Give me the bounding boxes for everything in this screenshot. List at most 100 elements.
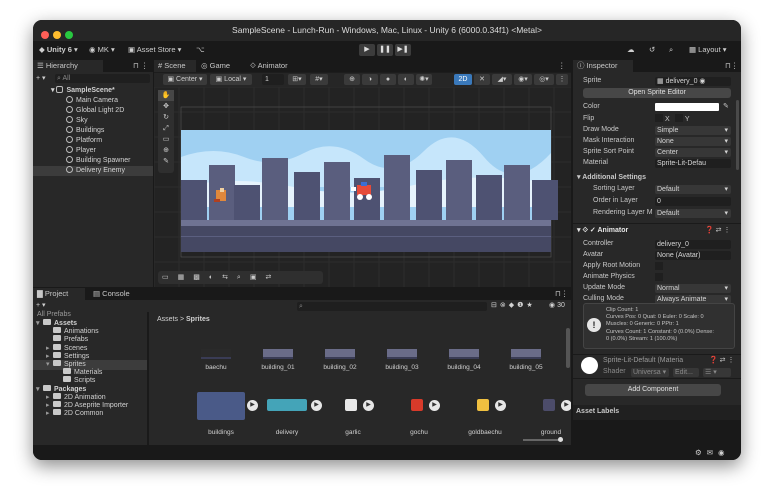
flip-y-checkbox[interactable]: Y (675, 114, 690, 124)
material-menu-icons[interactable]: ❓ ⇄ ⋮ (709, 356, 734, 366)
search-icon[interactable]: ⌕ (669, 44, 673, 56)
zoom-slider[interactable] (523, 437, 563, 442)
grid-size-field[interactable]: 1 (262, 74, 284, 85)
scale-tool-icon[interactable]: ⤢ (158, 123, 174, 134)
pause-button[interactable]: ❚❚ (377, 44, 393, 56)
visibility-icon[interactable]: ◎▾ (534, 74, 554, 85)
shader-dropdown[interactable]: Universa ▾ (631, 368, 669, 377)
inspector-scrollbar[interactable] (736, 100, 739, 170)
globe-icon[interactable]: ⊕ (344, 74, 360, 85)
asset-label[interactable]: ground (521, 429, 571, 436)
asset-labels-header[interactable]: Asset Labels (576, 407, 619, 417)
add-object-button[interactable]: + ▾ (36, 74, 46, 84)
layout-dropdown[interactable]: ▦ Layout ▾ (689, 44, 727, 56)
hand-tool-icon[interactable]: ✋ (158, 90, 174, 101)
unity-menu-button[interactable]: ◆ Unity 6 ▾ (39, 44, 78, 56)
asset-thumbnail[interactable] (345, 399, 357, 411)
light-icon[interactable]: ✕ (474, 74, 490, 85)
shader-list-button[interactable]: ☰ ▾ (703, 368, 731, 377)
account-button[interactable]: ◉ MK ▾ (89, 44, 115, 56)
play-preview-icon[interactable]: ▶ (247, 400, 258, 411)
asset-thumbnail[interactable] (325, 349, 355, 359)
material-field[interactable]: Sprite-Lit-Defau (655, 159, 731, 168)
asset-label[interactable]: delivery (257, 429, 317, 436)
rotate-tool-icon[interactable]: ↻ (158, 112, 174, 123)
asset-label[interactable]: building_03 (377, 364, 427, 371)
asset-label[interactable]: baechu (191, 364, 241, 371)
flip-x-checkbox[interactable]: X (655, 114, 670, 124)
tab-project[interactable]: ▇ Project (33, 288, 85, 300)
controller-field[interactable]: delivery_0 (655, 240, 731, 249)
transform-tool-icon[interactable]: ⊕ (158, 145, 174, 156)
rect-tool-icon[interactable]: ▭ (158, 134, 174, 145)
shader-edit-button[interactable]: Edit... (673, 368, 699, 377)
grid-icon[interactable]: #▾ (310, 74, 328, 85)
minimize-button[interactable] (53, 31, 61, 39)
lock-icon[interactable]: ⊓ ⋮ (129, 60, 148, 72)
asset-thumbnail[interactable] (263, 349, 293, 359)
avatar-field[interactable]: None (Avatar) (655, 251, 731, 260)
lighting-icon[interactable]: ◐ (398, 74, 414, 85)
sorting-layer-field[interactable]: Default ▾ (655, 185, 731, 194)
eyedropper-icon[interactable]: ✎ (723, 102, 729, 112)
pivot-dropdown[interactable]: ▣ Center ▾ (163, 74, 207, 85)
tab-game[interactable]: ◎ Game (197, 60, 230, 72)
asset-label[interactable]: buildings (191, 429, 251, 436)
play-preview-icon[interactable]: ▶ (495, 400, 506, 411)
tab-animator[interactable]: ⟐ Animator (246, 60, 288, 72)
hierarchy-item[interactable]: Platform (33, 136, 153, 146)
hierarchy-item[interactable]: Player (33, 146, 153, 156)
asset-label[interactable]: building_04 (439, 364, 489, 371)
update-mode-field[interactable]: Normal ▾ (655, 284, 731, 293)
audio-icon[interactable]: ◢▾ (492, 74, 512, 85)
rendering-layer-field[interactable]: Default ▾ (655, 209, 731, 218)
hierarchy-item[interactable]: Building Spawner (33, 156, 153, 166)
inspector-lock-icon[interactable]: ⊓⋮ (721, 60, 738, 72)
asset-thumbnail[interactable] (387, 349, 417, 359)
sprite-field[interactable]: ▦ delivery_0 ◉ (655, 77, 731, 86)
asset-thumbnail[interactable] (543, 399, 555, 411)
project-search[interactable]: ⌕ (297, 302, 487, 311)
asset-label[interactable]: building_01 (253, 364, 303, 371)
project-tree-item[interactable]: ▸ 2D Common (33, 409, 147, 419)
animate-physics-checkbox[interactable] (655, 273, 663, 281)
mask-interaction-field[interactable]: None ▾ (655, 137, 731, 146)
gizmo-menu-icon[interactable]: ⋮ (556, 74, 568, 85)
scene-canvas[interactable] (154, 87, 571, 287)
tab-scene[interactable]: # Scene (154, 60, 196, 72)
project-lock-icon[interactable]: ⊓⋮ (551, 288, 568, 300)
step-button[interactable]: ▶❚ (395, 44, 411, 56)
order-in-layer-field[interactable]: 0 (655, 197, 731, 206)
project-scrollbar[interactable] (566, 328, 570, 368)
effects-icon[interactable]: ◉▾ (514, 74, 532, 85)
close-button[interactable] (41, 31, 49, 39)
asset-label[interactable]: garlic (323, 429, 383, 436)
move-tool-icon[interactable]: ✥ (158, 101, 174, 112)
play-button[interactable]: ▶ (359, 44, 375, 56)
draw-mode-field[interactable]: Simple ▾ (655, 126, 731, 135)
tile-overlay-toolbar[interactable]: ▭▦▩◐⇆⌕▣⇄ (158, 271, 323, 284)
asset-thumbnail[interactable] (411, 399, 423, 411)
hierarchy-item[interactable]: Main Camera (33, 96, 153, 106)
add-component-button[interactable]: Add Component (585, 384, 721, 396)
shading-icon[interactable]: ◑ (362, 74, 378, 85)
sphere-icon[interactable]: ● (380, 74, 396, 85)
custom-tool-icon[interactable]: ✎ (158, 156, 174, 167)
zoom-button[interactable] (65, 31, 73, 39)
space-dropdown[interactable]: ▣ Local ▾ (210, 74, 252, 85)
cloud-icon[interactable]: ☁ (627, 44, 635, 56)
asset-label[interactable]: building_05 (501, 364, 551, 371)
history-icon[interactable]: ↺ (649, 44, 655, 56)
hierarchy-item[interactable]: Buildings (33, 126, 153, 136)
asset-thumbnail[interactable] (477, 399, 489, 411)
sort-point-field[interactable]: Center ▾ (655, 148, 731, 157)
play-preview-icon[interactable]: ▶ (311, 400, 322, 411)
hierarchy-item[interactable]: Sky (33, 116, 153, 126)
scene-root[interactable]: ▾ SampleScene* (51, 86, 115, 96)
asset-thumbnail[interactable] (201, 349, 231, 359)
tab-inspector[interactable]: ⓘ Inspector (573, 60, 633, 72)
play-preview-icon[interactable]: ▶ (561, 400, 571, 411)
tab-hierarchy[interactable]: ☰ Hierarchy (33, 60, 103, 72)
root-motion-checkbox[interactable] (655, 262, 663, 270)
color-swatch[interactable] (655, 103, 719, 111)
